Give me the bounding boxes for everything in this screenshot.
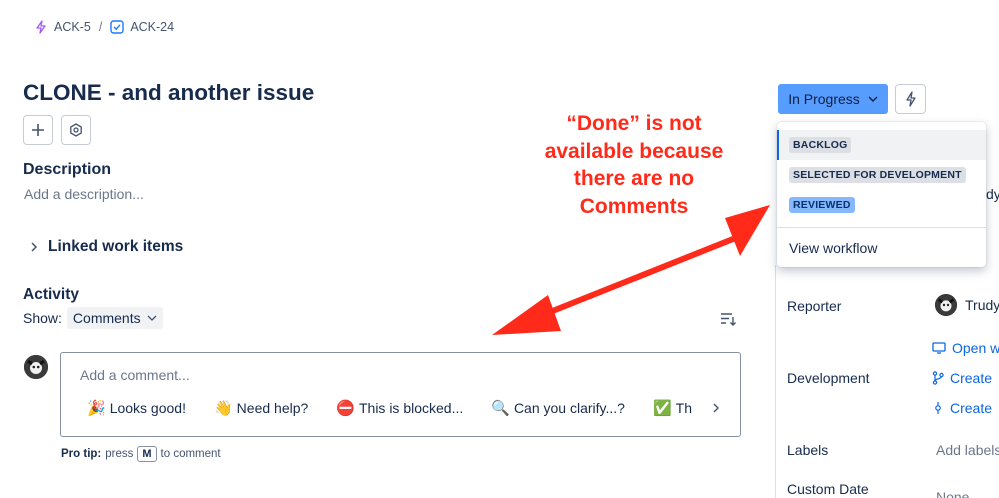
annotation-arrow — [492, 205, 770, 335]
annotation-arrowhead-right — [725, 205, 770, 256]
annotation-arrowhead-left — [492, 295, 561, 335]
annotation-arrow-shaft — [533, 234, 740, 321]
